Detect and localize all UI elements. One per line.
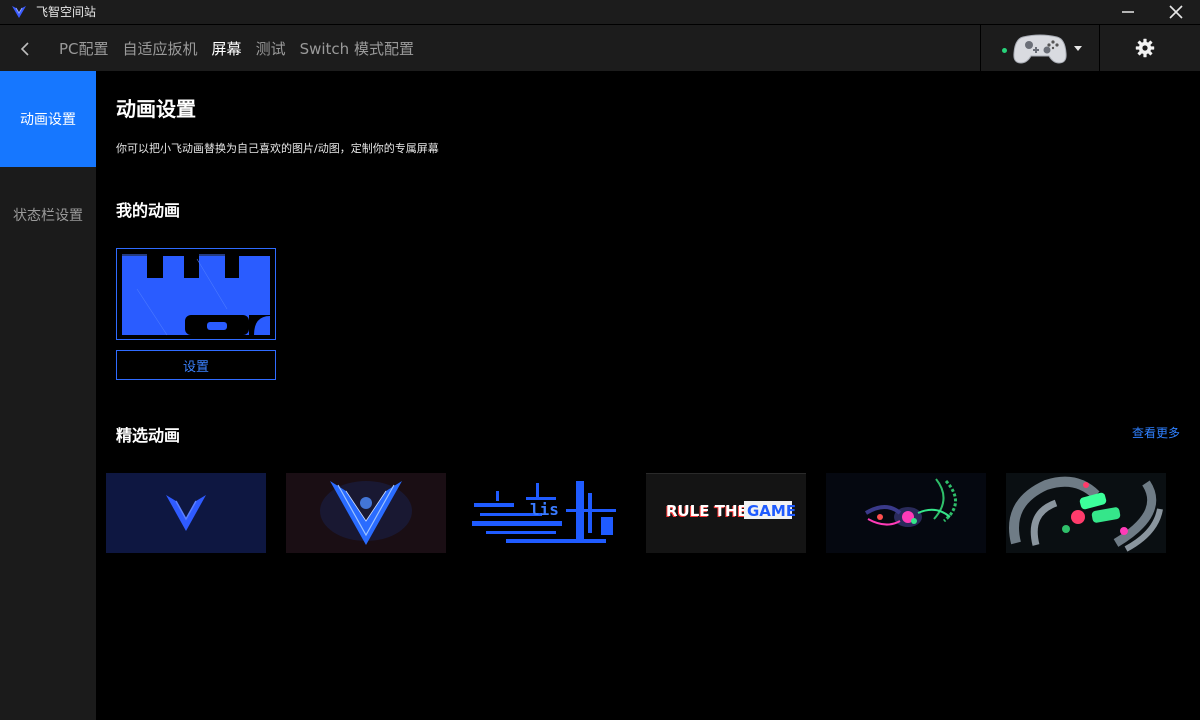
chevron-down-icon (1074, 46, 1082, 51)
featured-animation-thumbnail[interactable] (106, 473, 266, 553)
top-nav-bar: PC配置 自适应扳机 屏幕 测试 Switch 模式配置 (0, 24, 1200, 71)
close-button[interactable] (1158, 0, 1194, 24)
nav-tabs: PC配置 自适应扳机 屏幕 测试 Switch 模式配置 (59, 25, 428, 72)
featured-thumb-image-4: RULE THE RULE THE GAME (646, 473, 806, 553)
thumb-text-game: GAME (747, 502, 796, 520)
svg-text:lis: lis (530, 500, 559, 519)
page-title: 动画设置 (116, 97, 196, 121)
chevron-left-icon (20, 42, 29, 56)
featured-animation-thumbnail[interactable] (1006, 473, 1166, 553)
featured-animation-thumbnail[interactable]: lis (466, 473, 626, 553)
sidebar-item-animation-settings[interactable]: 动画设置 (0, 71, 96, 167)
tab-test[interactable]: 测试 (256, 38, 286, 59)
minimize-icon (1122, 11, 1134, 13)
featured-thumb-image-2 (286, 473, 446, 553)
my-animation-thumbnail[interactable] (116, 248, 276, 340)
back-button[interactable] (14, 37, 38, 61)
minimize-button[interactable] (1110, 0, 1146, 24)
my-animation-preview-image (117, 249, 275, 339)
tab-pc-config[interactable]: PC配置 (59, 38, 109, 59)
featured-thumb-image-6 (1006, 473, 1166, 553)
gamepad-icon (1013, 34, 1067, 64)
sidebar-item-statusbar-settings[interactable]: 状态栏设置 (0, 167, 96, 263)
gear-icon (1135, 38, 1155, 58)
tab-screen[interactable]: 屏幕 (212, 38, 242, 59)
close-icon (1169, 5, 1183, 19)
main-content: 动画设置 你可以把小飞动画替换为自己喜欢的图片/动图，定制你的专属屏幕 我的动画… (96, 71, 1200, 720)
view-more-link[interactable]: 查看更多 (1132, 424, 1180, 441)
app-title: 飞智空间站 (36, 5, 97, 19)
featured-thumb-image-3: lis (466, 473, 626, 553)
featured-animation-thumbnail[interactable] (826, 473, 986, 553)
thumb-text-rule-front: RULE THE (666, 502, 748, 520)
my-animation-heading: 我的动画 (116, 201, 181, 220)
tab-adaptive-trigger[interactable]: 自适应扳机 (123, 38, 198, 59)
connection-status-dot (1002, 48, 1007, 53)
featured-thumb-image-5 (826, 473, 986, 553)
set-animation-button[interactable]: 设置 (116, 350, 276, 380)
featured-thumb-image-1 (106, 473, 266, 553)
featured-animation-thumbnail[interactable] (286, 473, 446, 553)
featured-animation-heading: 精选动画 (116, 426, 181, 445)
sidebar: 动画设置 状态栏设置 (0, 71, 96, 720)
settings-button[interactable] (1133, 36, 1157, 60)
app-logo-icon (12, 6, 26, 18)
tab-switch-mode-config[interactable]: Switch 模式配置 (300, 38, 414, 59)
device-selector[interactable] (980, 25, 1100, 71)
featured-animation-thumbnail[interactable]: RULE THE RULE THE GAME (646, 473, 806, 553)
title-bar: 飞智空间站 (0, 0, 1200, 24)
page-description: 你可以把小飞动画替换为自己喜欢的图片/动图，定制你的专属屏幕 (116, 142, 439, 155)
